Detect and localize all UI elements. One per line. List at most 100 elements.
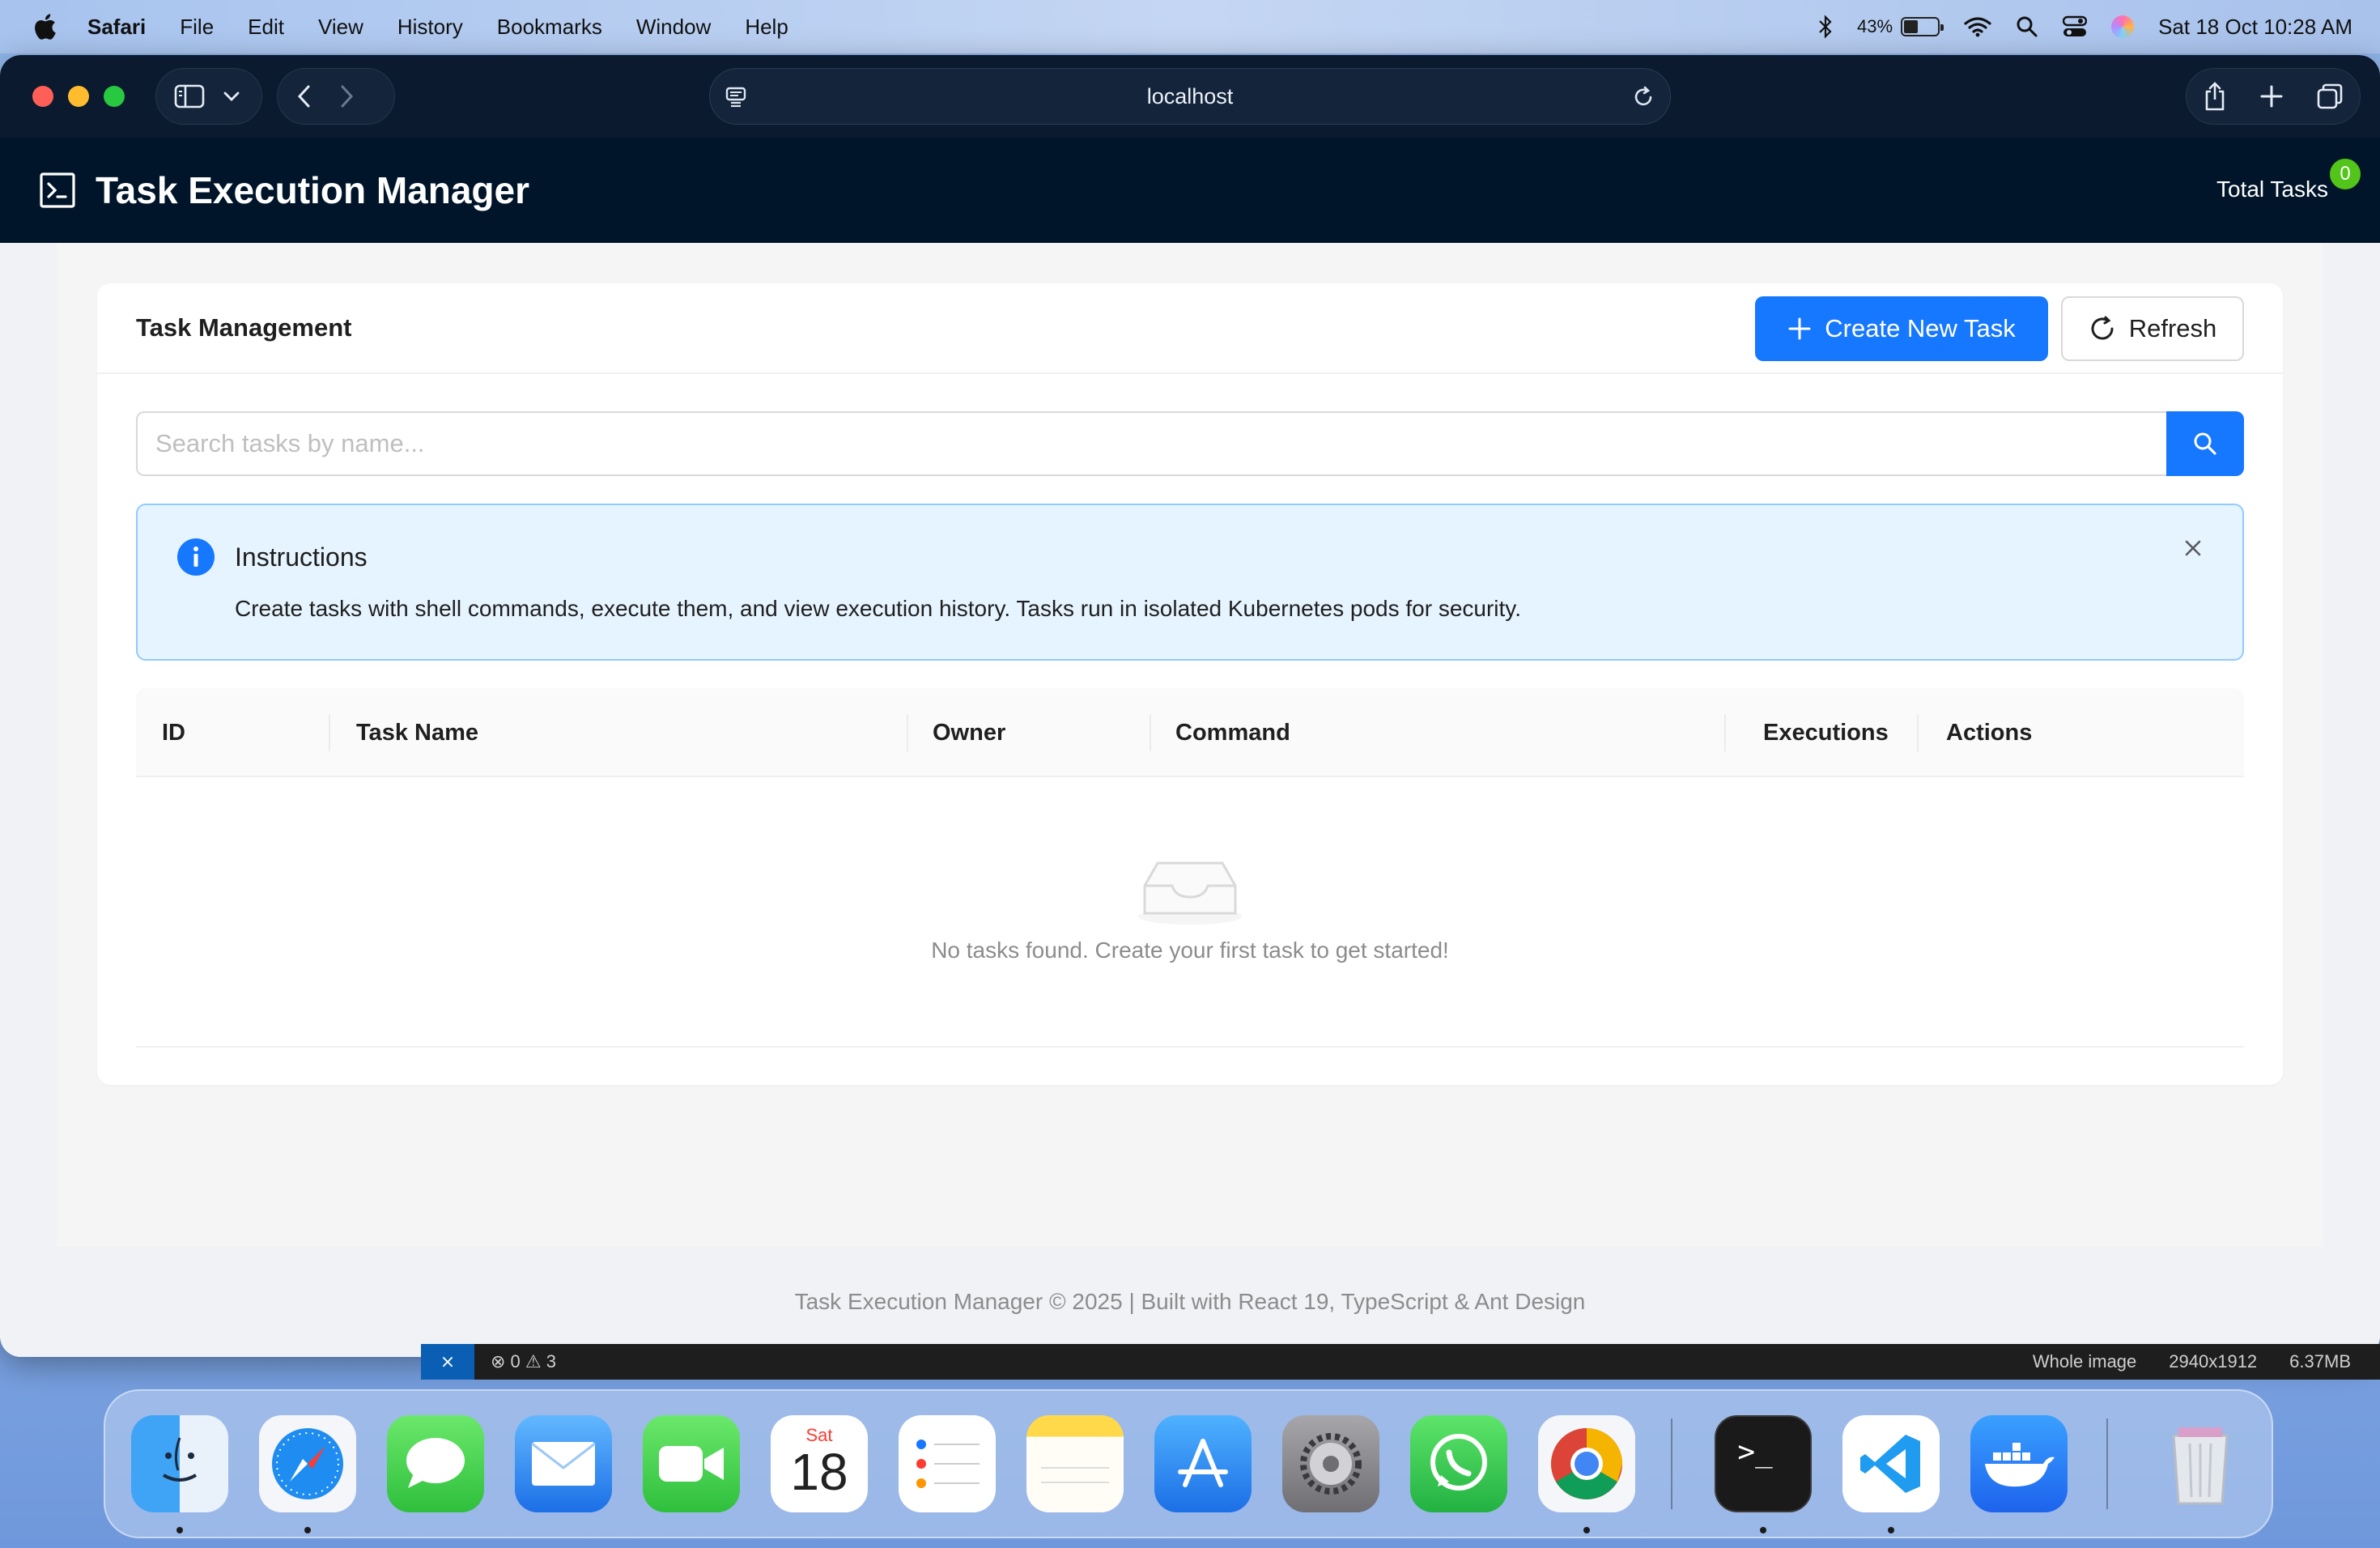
table-header: ID Task Name Owner Command Executions Ac… [136,688,2244,777]
dock-chrome-icon[interactable] [1538,1415,1635,1512]
task-management-card: Task Management Create New Task Refresh … [97,283,2283,1085]
menubar-clock[interactable]: Sat 18 Oct 10:28 AM [2158,15,2352,40]
calendar-date: 18 [790,1443,848,1501]
search-icon [2194,432,2216,455]
reload-icon[interactable] [1631,85,1655,109]
create-new-task-button[interactable]: Create New Task [1755,296,2048,361]
zoom-window-button[interactable] [104,86,125,107]
plus-icon [1788,317,1811,340]
dock-vscode-icon[interactable] [1842,1415,1940,1512]
empty-state-text: No tasks found. Create your first task t… [931,938,1449,963]
table-empty-state: No tasks found. Create your first task t… [136,777,2244,1048]
battery-indicator[interactable]: 43% [1857,16,1944,37]
instructions-alert: Instructions Create tasks with shell com… [136,504,2244,661]
close-window-button[interactable] [32,86,53,107]
refresh-label: Refresh [2128,314,2217,342]
control-center-icon[interactable] [2063,15,2088,38]
battery-percent: 43% [1857,16,1893,36]
refresh-icon [2091,316,2114,340]
back-icon[interactable] [297,84,312,108]
empty-inbox-icon [1138,861,1242,925]
dock-trash-icon[interactable] [2152,1415,2249,1512]
column-header-owner[interactable]: Owner [933,688,1005,777]
browser-window: localhost Task Execution Manager Total T… [0,55,2380,1357]
dock-reminders-icon[interactable] [899,1415,996,1512]
terminal-prompt: >_ [1737,1435,1773,1469]
close-icon[interactable] [2182,538,2204,559]
alert-title: Instructions [235,542,368,572]
toolbar-right-group [2186,68,2361,125]
battery-icon [1901,17,1944,36]
forward-icon[interactable] [339,84,354,108]
dock-system-settings-icon[interactable] [1282,1415,1379,1512]
dock: Sat 18 >_ [104,1389,2273,1538]
dock-app-store-icon[interactable] [1154,1415,1252,1512]
dock-facetime-icon[interactable] [643,1415,740,1512]
apple-icon[interactable] [32,13,57,40]
background-window-status-bar: ⨯ ⊗ 0 ⚠ 3 Whole image 2940x1912 6.37MB [421,1344,2380,1380]
url-text: localhost [1146,83,1234,108]
alert-description: Create tasks with shell commands, execut… [235,596,1521,621]
dock-mail-icon[interactable] [515,1415,612,1512]
create-new-task-label: Create New Task [1825,314,2016,342]
chevron-down-icon[interactable] [223,91,240,102]
tasks-table: ID Task Name Owner Command Executions Ac… [136,688,2244,1048]
sidebar-icon[interactable] [174,84,205,108]
window-controls [32,86,125,107]
menu-app-name[interactable]: Safari [87,15,146,40]
new-tab-icon[interactable] [2259,84,2284,108]
search-input[interactable] [136,411,2166,476]
column-header-id[interactable]: ID [162,688,185,777]
share-icon[interactable] [2203,81,2227,112]
total-tasks-badge: 0 [2328,157,2362,191]
problems-count: ⊗ 0 ⚠ 3 [491,1351,556,1372]
menu-window[interactable]: Window [636,15,711,40]
tab-overview-icon[interactable] [2316,83,2344,110]
card-header: Task Management Create New Task Refresh [97,283,2283,374]
menu-file[interactable]: File [180,15,214,40]
minimize-window-button[interactable] [68,86,89,107]
menu-bookmarks[interactable]: Bookmarks [497,15,602,40]
total-tasks-label: Total Tasks [2216,176,2328,202]
refresh-button[interactable]: Refresh [2061,296,2244,361]
dock-whatsapp-icon[interactable] [1410,1415,1507,1512]
dock-messages-icon[interactable] [387,1415,484,1512]
battery-fill [1904,20,1919,33]
search-button[interactable] [2166,411,2244,476]
column-header-task-name[interactable]: Task Name [356,688,478,777]
browser-toolbar: localhost [0,55,2380,138]
dock-safari-icon[interactable] [259,1415,356,1512]
app-footer: Task Execution Manager © 2025 | Built wi… [0,1247,2380,1357]
status-area: 43% Sat 18 Oct 10:28 AM [1818,0,2352,53]
card-title: Task Management [136,313,352,342]
dock-finder-icon[interactable] [131,1415,228,1512]
menu-edit[interactable]: Edit [248,15,284,40]
remote-indicator-icon: ⨯ [421,1344,474,1380]
spotlight-search-icon[interactable] [2016,15,2038,38]
info-icon [177,538,215,576]
siri-icon[interactable] [2111,15,2135,38]
app-title: Task Execution Manager [96,169,529,211]
terminal-logo-icon [40,172,75,208]
menu-view[interactable]: View [318,15,363,40]
column-header-command[interactable]: Command [1175,688,1290,777]
content-layout: Task Management Create New Task Refresh … [57,243,2323,1247]
dock-docker-icon[interactable] [1970,1415,2068,1512]
menu-help[interactable]: Help [745,15,788,40]
address-bar[interactable]: localhost [709,68,1671,125]
dock-terminal-icon[interactable]: >_ [1715,1415,1812,1512]
task-search [136,411,2244,476]
menu-history[interactable]: History [397,15,463,40]
image-info: Whole image 2940x1912 6.37MB [2032,1351,2351,1372]
sidebar-toggle-group [155,68,262,125]
menu-bar: Safari File Edit View History Bookmarks … [0,0,2380,53]
wifi-icon[interactable] [1964,16,1991,37]
dock-calendar-icon[interactable]: Sat 18 [771,1415,868,1512]
dock-notes-icon[interactable] [1026,1415,1124,1512]
app-header: Task Execution Manager Total Tasks 0 [0,138,2380,243]
page-settings-icon[interactable] [725,87,747,108]
navigation-group [277,68,395,125]
column-header-executions[interactable]: Executions [1763,688,1889,777]
column-header-actions[interactable]: Actions [1946,688,2032,777]
bluetooth-icon[interactable] [1818,15,1833,39]
